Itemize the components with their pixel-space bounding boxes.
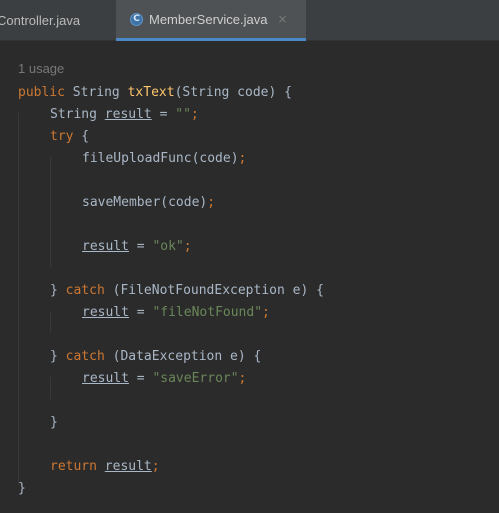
code-text: =	[128, 371, 153, 386]
indent-guide	[50, 157, 51, 267]
code-text: =	[151, 107, 176, 122]
keyword: catch	[65, 283, 105, 298]
semicolon: ;	[238, 151, 247, 166]
keyword: public	[18, 85, 65, 100]
code-text: }	[50, 415, 58, 430]
code-editor[interactable]: 1 usage public String txText(String code…	[0, 41, 499, 513]
code-text: (String code) {	[174, 85, 292, 100]
indent-guide	[50, 377, 51, 399]
code-text: =	[128, 305, 153, 320]
code-text: String	[64, 85, 128, 100]
code-line: try {	[50, 126, 89, 148]
code-text: String	[50, 107, 105, 122]
code-line: return result;	[50, 456, 160, 478]
keyword: return	[50, 459, 97, 474]
code-line: result = "saveError";	[82, 368, 246, 390]
code-line: } catch (FileNotFoundException e) {	[50, 280, 324, 302]
code-text: (FileNotFoundException e) {	[104, 283, 324, 298]
keyword: catch	[65, 349, 105, 364]
close-icon[interactable]: ×	[278, 12, 288, 26]
code-text: {	[73, 129, 90, 144]
tab-member-service-label: MemberService.java	[149, 11, 268, 27]
variable-result: result	[82, 239, 129, 254]
semicolon: ;	[190, 107, 199, 122]
semicolon: ;	[151, 459, 160, 474]
code-line: }	[18, 478, 26, 500]
tab-controller-label: Controller.java	[0, 13, 81, 28]
code-line: public String txText(String code) {	[18, 82, 292, 104]
variable-result: result	[82, 371, 129, 386]
indent-guide	[50, 311, 51, 333]
semicolon: ;	[207, 195, 216, 210]
keyword: try	[50, 129, 74, 144]
indent-guide	[18, 113, 19, 485]
code-line: result = "ok";	[82, 236, 192, 258]
editor-tab-bar: Controller.java C MemberService.java ×	[0, 0, 499, 41]
string-literal: ""	[175, 107, 191, 122]
string-literal: "fileNotFound"	[152, 305, 263, 320]
code-line: String result = "";	[50, 104, 199, 126]
code-line: saveMember(code);	[82, 192, 215, 214]
code-text: }	[18, 481, 26, 496]
code-text: fileUploadFunc(code)	[82, 151, 239, 166]
java-class-icon: C	[130, 12, 143, 26]
variable-result: result	[104, 459, 152, 474]
code-line: result = "fileNotFound";	[82, 302, 270, 324]
string-literal: "saveError"	[152, 371, 239, 386]
code-text: }	[50, 349, 66, 364]
code-text: =	[128, 239, 153, 254]
semicolon: ;	[238, 371, 247, 386]
tab-controller[interactable]: Controller.java	[0, 0, 113, 41]
method-name: txText	[127, 85, 175, 100]
string-literal: "ok"	[152, 239, 184, 254]
tab-member-service[interactable]: C MemberService.java ×	[116, 0, 306, 41]
code-line: } catch (DataException e) {	[50, 346, 261, 368]
code-line: }	[50, 412, 58, 434]
variable-result: result	[82, 305, 129, 320]
semicolon: ;	[262, 305, 270, 320]
code-text: }	[50, 283, 66, 298]
code-text: (DataException e) {	[104, 349, 262, 364]
code-line: fileUploadFunc(code);	[82, 148, 246, 170]
semicolon: ;	[183, 239, 192, 254]
variable-result: result	[104, 107, 152, 122]
code-text: saveMember(code)	[82, 195, 208, 210]
usage-hint[interactable]: 1 usage	[18, 61, 64, 76]
